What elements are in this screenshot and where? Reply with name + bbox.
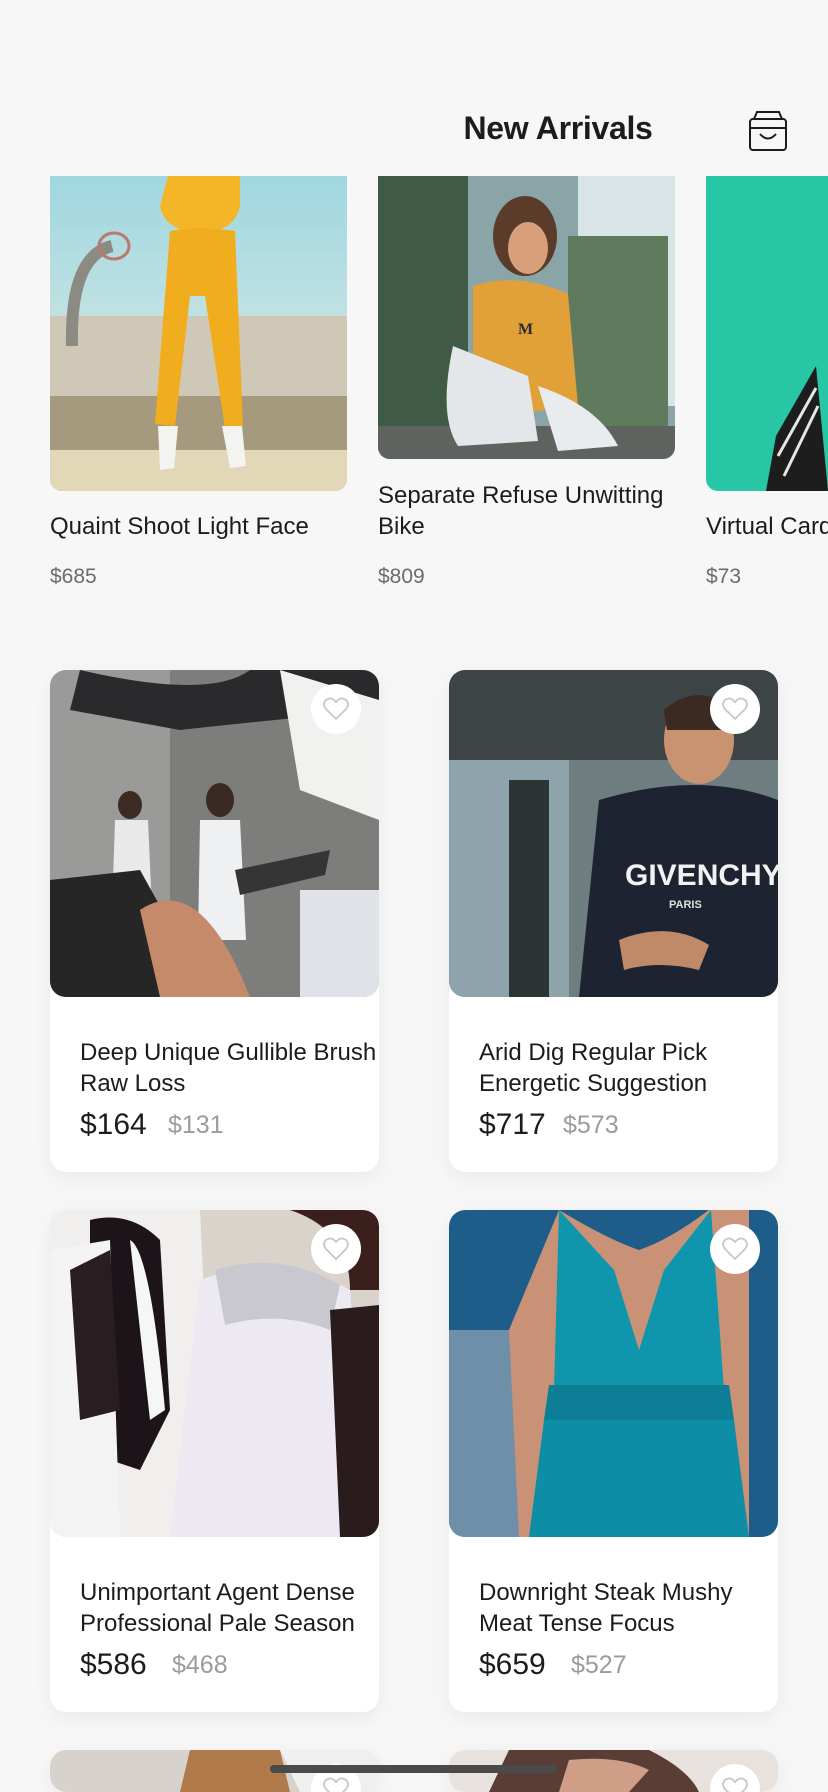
product-image: M	[378, 176, 675, 459]
product-name: Deep Unique Gullible Brush Raw Loss	[80, 1039, 377, 1097]
product-price: $659	[479, 1648, 546, 1681]
svg-text:PARIS: PARIS	[669, 899, 702, 911]
product-name: Arid Dig Regular Pick Energetic Suggesti…	[479, 1039, 708, 1097]
favorite-button[interactable]	[311, 684, 361, 734]
favorite-button[interactable]	[710, 1224, 760, 1274]
product-card[interactable]: Unimportant Agent Dense Professional Pal…	[50, 1210, 379, 1712]
shopping-bag-icon	[749, 111, 787, 151]
heart-icon	[722, 1237, 748, 1261]
product-old-price: $527	[571, 1651, 627, 1679]
product-name: Separate Refuse Unwitting Bike	[378, 482, 664, 540]
product-old-price: $573	[563, 1111, 619, 1139]
product-old-price: $131	[168, 1111, 224, 1139]
product-price: $164	[80, 1108, 147, 1141]
svg-text:GIVENCHY: GIVENCHY	[625, 859, 778, 892]
product-card[interactable]: Downright Steak Mushy Meat Tense Focus $…	[449, 1210, 778, 1712]
heart-icon	[323, 697, 349, 721]
carousel-item[interactable]: Virtual Card $73	[706, 176, 828, 588]
product-name: Virtual Card	[706, 513, 828, 540]
heart-icon	[323, 1777, 349, 1792]
product-name: Downright Steak Mushy Meat Tense Focus	[479, 1579, 733, 1637]
favorite-button[interactable]	[710, 684, 760, 734]
product-price: $685	[50, 565, 97, 588]
product-image	[706, 176, 828, 491]
product-price: $586	[80, 1648, 147, 1681]
product-name: Unimportant Agent Dense Professional Pal…	[80, 1579, 355, 1637]
product-old-price: $468	[172, 1651, 228, 1679]
product-card[interactable]: Deep Unique Gullible Brush Raw Loss $164…	[50, 670, 379, 1172]
favorite-button[interactable]	[311, 1224, 361, 1274]
product-name: Quaint Shoot Light Face	[50, 513, 309, 540]
svg-text:M: M	[518, 321, 533, 338]
heart-icon	[722, 697, 748, 721]
product-price: $73	[706, 565, 742, 588]
product-price: $809	[378, 565, 425, 588]
heart-icon	[722, 1777, 748, 1792]
home-indicator[interactable]	[270, 1765, 558, 1773]
product-image	[50, 176, 347, 491]
carousel-item[interactable]: M Separate Refuse Unwitting Bike $809	[378, 176, 675, 588]
new-arrivals-carousel[interactable]: Quaint Shoot Light Face $685 M Separate …	[0, 176, 828, 616]
product-price: $717	[479, 1108, 546, 1141]
heart-icon	[323, 1237, 349, 1261]
carousel-item[interactable]: Quaint Shoot Light Face $685	[50, 176, 347, 588]
cart-button[interactable]	[748, 110, 788, 152]
product-card[interactable]: GIVENCHY PARIS Arid Dig Regular Pick Ene…	[449, 670, 778, 1172]
page-title: New Arrivals	[463, 110, 653, 146]
header: New Arrivals	[0, 0, 828, 175]
